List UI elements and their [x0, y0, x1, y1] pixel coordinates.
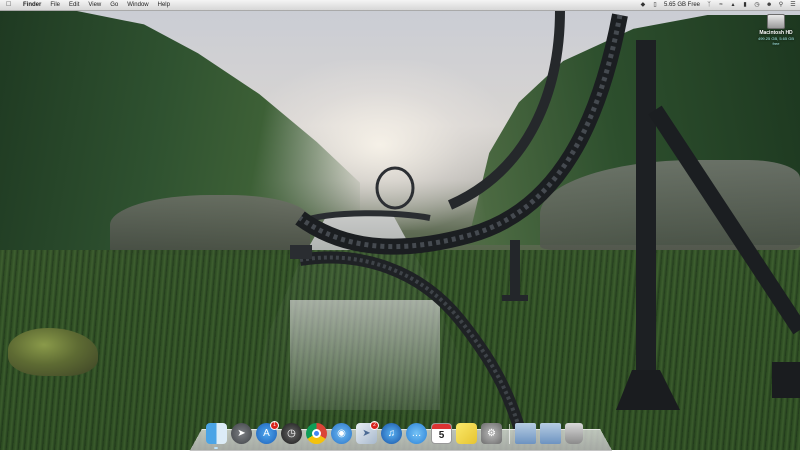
menu-file[interactable]: File [50, 0, 60, 10]
desktop-wallpaper [0, 0, 800, 450]
alien-icon[interactable]: ◉ [331, 423, 352, 444]
downloads-folder-icon[interactable] [540, 423, 561, 444]
menu-app-finder[interactable]: Finder [23, 0, 41, 10]
finder-icon[interactable] [206, 423, 227, 449]
menu-window[interactable]: Window [127, 0, 148, 10]
apple-icon[interactable]:  [6, 0, 14, 10]
calendar-day: 5 [438, 430, 445, 441]
messages-icon[interactable]: … [406, 423, 427, 444]
mail-badge: 2 [370, 421, 379, 430]
hard-drive-icon[interactable] [767, 14, 785, 29]
dock-separator [509, 424, 510, 444]
clock-icon[interactable]: ◷ [754, 2, 760, 8]
running-indicator [214, 447, 218, 449]
menu-help[interactable]: Help [158, 0, 170, 10]
disk-free-status[interactable]: 5.65 GB Free [664, 0, 700, 10]
menu-view[interactable]: View [88, 0, 101, 10]
disk-icon[interactable]: ▯ [652, 2, 658, 8]
stickies-icon[interactable] [456, 423, 477, 444]
system-preferences-icon[interactable]: ⚙ [481, 423, 502, 444]
menu-edit[interactable]: Edit [69, 0, 79, 10]
chrome-icon[interactable] [306, 423, 327, 444]
app-store-icon[interactable]: A1 [256, 421, 279, 444]
menu-go[interactable]: Go [110, 0, 118, 10]
notifications-icon[interactable]: ☰ [790, 2, 796, 8]
macintosh-hd-desktop-icon[interactable]: Macintosh HD 499.25 GB, 5.65 GB free [757, 14, 795, 46]
menu-bar:  Finder File Edit View Go Window Help ◆… [0, 0, 800, 11]
dashboard-icon[interactable]: ◷ [281, 423, 302, 444]
bluetooth-icon[interactable]: ᛉ [706, 2, 712, 8]
dock: ➤ A1 ◷ ◉ ➤ 2 ♫ … 5 ⚙ [206, 416, 606, 449]
wifi-icon[interactable]: ≈ [718, 2, 724, 8]
battery-icon[interactable]: ▮ [742, 2, 748, 8]
dropbox-icon[interactable]: ◆ [640, 2, 646, 8]
launchpad-icon[interactable]: ➤ [231, 423, 252, 444]
volume-icon[interactable]: ▴ [730, 2, 736, 8]
spotlight-icon[interactable]: ⚲ [778, 2, 784, 8]
mail-icon[interactable]: ➤ 2 [356, 421, 379, 444]
user-icon[interactable]: ☻ [766, 2, 772, 8]
trash-icon[interactable] [565, 423, 583, 444]
calendar-icon[interactable]: 5 [431, 423, 452, 444]
applications-folder-icon[interactable] [515, 423, 536, 444]
status-menus: ◆ ▯ 5.65 GB Free ᛉ ≈ ▴ ▮ ◷ ☻ ⚲ ☰ [640, 0, 796, 10]
itunes-icon[interactable]: ♫ [381, 423, 402, 444]
wallpaper-roller-coaster [290, 9, 800, 432]
app-store-badge: 1 [270, 421, 279, 430]
drive-info-label: 499.25 GB, 5.65 GB free [757, 36, 795, 46]
